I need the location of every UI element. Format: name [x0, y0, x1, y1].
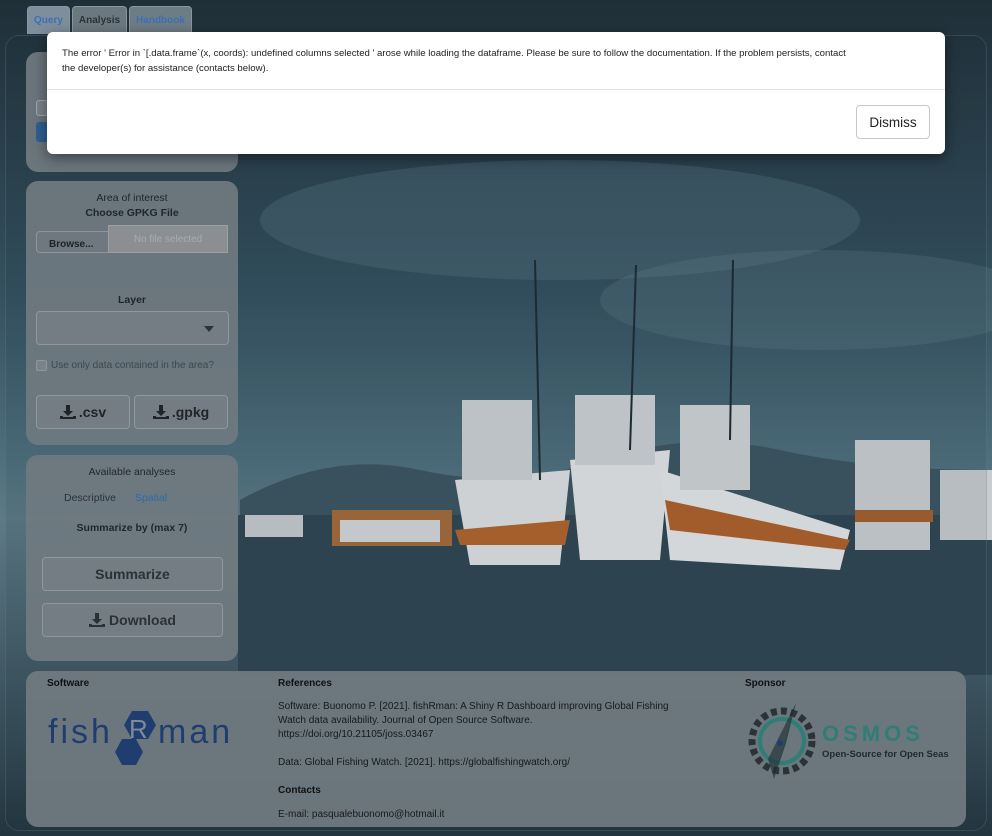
download-csv-label: .csv — [78, 404, 107, 420]
gpkg-file-input: Browse... No file selected — [36, 225, 228, 253]
layer-select[interactable] — [36, 311, 229, 345]
file-name-display: No file selected — [108, 225, 228, 253]
sponsor-heading: Sponsor — [745, 678, 786, 689]
software-ref-line: Watch data availability. Journal of Open… — [278, 715, 533, 726]
browse-button[interactable]: Browse... — [36, 231, 110, 253]
software-ref-doi[interactable]: https://doi.org/10.21105/joss.03467 — [278, 728, 718, 742]
svg-text:fish: fish — [48, 713, 113, 751]
software-heading: Software — [47, 678, 90, 689]
contact-email[interactable]: E-mail: pasqualebuonomo@hotmail.it — [278, 808, 444, 822]
summarize-by-label: Summarize by (max 7) — [76, 522, 188, 534]
analysis-subtabs: Descriptive Spatial — [64, 492, 167, 504]
contacts-heading: Contacts — [278, 785, 321, 796]
software-reference: Software: Buonomo P. [2021]. fishRman: A… — [278, 700, 718, 742]
svg-text:man: man — [158, 713, 233, 751]
error-message: The error ' Error in `[.data.frame`(x, c… — [62, 46, 932, 76]
tab-handbook[interactable]: Handbook — [129, 6, 192, 34]
download-icon — [89, 613, 106, 627]
gpkg-file-label: Choose GPKG File — [85, 207, 179, 219]
download-gpkg-button[interactable]: .gpkg — [134, 395, 228, 429]
tab-analysis[interactable]: Analysis — [71, 6, 128, 34]
analyses-panel-title: Available analyses — [88, 466, 176, 478]
area-panel-title: Area of interest — [96, 192, 168, 204]
download-gpkg-label: .gpkg — [171, 404, 210, 420]
area-filter-checkbox-label: Use only data contained in the area? — [51, 360, 214, 371]
software-ref-line: Software: Buonomo P. [2021]. fishRman: A… — [278, 701, 669, 712]
download-analysis-label: Download — [109, 612, 176, 628]
subtab-descriptive[interactable]: Descriptive — [64, 492, 116, 504]
error-message-line: The error ' Error in `[.data.frame`(x, c… — [62, 48, 846, 59]
area-filter-checkbox-row: Use only data contained in the area? — [36, 360, 214, 371]
error-modal: The error ' Error in `[.data.frame`(x, c… — [47, 32, 945, 154]
svg-text:Open-Source for Open Seas: Open-Source for Open Seas — [822, 749, 949, 760]
download-icon — [59, 405, 76, 419]
references-heading: References — [278, 678, 332, 689]
area-of-interest-panel: Area of interest Choose GPKG File Browse… — [26, 181, 238, 445]
download-analysis-button[interactable]: Download — [42, 603, 223, 637]
summarize-button[interactable]: Summarize — [42, 557, 223, 591]
download-csv-button[interactable]: .csv — [36, 395, 130, 429]
summarize-button-label: Summarize — [95, 566, 170, 582]
analyses-panel: Available analyses Descriptive Spatial S… — [26, 455, 238, 661]
data-reference: Data: Global Fishing Watch. [2021]. http… — [278, 757, 571, 768]
error-message-line: the developer(s) for assistance (contact… — [62, 63, 269, 74]
svg-text:R: R — [129, 714, 148, 744]
modal-divider — [47, 89, 945, 90]
fishrman-logo: fish R man — [48, 707, 258, 777]
layer-label: Layer — [117, 294, 147, 306]
chevron-down-icon — [204, 326, 214, 332]
osmos-logo: OSMOS Open-Source for Open Seas — [744, 699, 954, 783]
main-tabs: Query Analysis Handbook — [27, 6, 192, 34]
tab-query[interactable]: Query — [27, 6, 70, 34]
dismiss-button[interactable]: Dismiss — [856, 105, 930, 139]
svg-text:OSMOS: OSMOS — [822, 721, 924, 746]
download-icon — [152, 405, 169, 419]
footer-panel: Software fish R man References Software:… — [26, 671, 966, 827]
subtab-spatial[interactable]: Spatial — [135, 492, 167, 504]
area-filter-checkbox[interactable] — [36, 360, 47, 371]
